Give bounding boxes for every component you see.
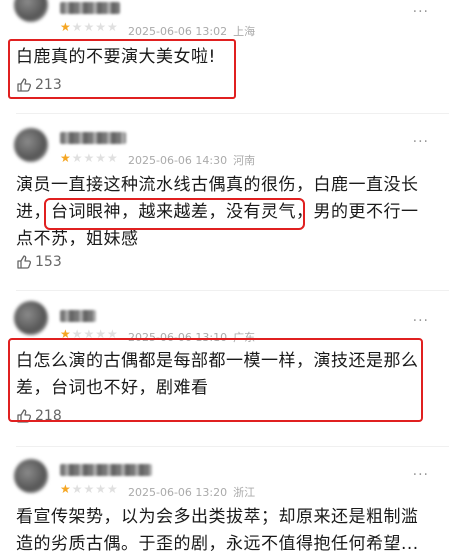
star-icon: ★: [60, 151, 72, 165]
star-rating: ★★★★★: [60, 482, 119, 496]
star-icon: ★: [60, 482, 72, 496]
thumbs-up-icon: [17, 255, 32, 269]
comment-date: 2025-06-06 13:02: [128, 25, 228, 38]
comment-location: 上海: [233, 25, 256, 38]
star-icon: ★★★★: [71, 20, 119, 34]
like-button[interactable]: 153: [16, 254, 62, 270]
comment-date: 2025-06-06 14:30: [128, 154, 228, 167]
star-rating: ★★★★★: [60, 20, 119, 34]
comment-meta: 2025-06-06 13:02 上海: [128, 23, 255, 39]
highlight-box: [44, 198, 305, 230]
username-blurred[interactable]: [60, 310, 96, 322]
avatar[interactable]: [14, 301, 48, 335]
more-dots-icon[interactable]: ···: [413, 134, 429, 150]
comment-meta: 2025-06-06 14:30 河南: [128, 152, 255, 168]
more-dots-icon[interactable]: ···: [413, 467, 429, 483]
more-dots-icon[interactable]: ···: [413, 4, 429, 20]
comment-text: 看宣传架势，以为会多出类拔萃；却原来还是粗制滥 造的劣质古偶。于歪的剧，永远不值…: [16, 504, 428, 558]
comment-meta: 2025-06-06 13:20 浙江: [128, 484, 255, 500]
star-rating: ★★★★★: [60, 151, 119, 165]
text-segment: ，男的更不行一: [296, 202, 419, 222]
username-blurred[interactable]: [60, 2, 120, 14]
star-icon: ★: [60, 20, 72, 34]
comment-text-line: 点不苏，姐妹感: [16, 229, 139, 249]
like-count: 153: [35, 254, 62, 270]
avatar[interactable]: [14, 0, 48, 22]
divider: [16, 113, 449, 114]
highlight-box: [8, 39, 236, 99]
comment-text-line: 造的劣质古偶。于歪的剧，永远不值得抱任何希望...: [16, 534, 419, 554]
star-icon: ★★★★: [71, 482, 119, 496]
username-blurred[interactable]: [60, 132, 126, 144]
divider: [16, 290, 449, 291]
highlight-box: [8, 338, 423, 422]
avatar[interactable]: [14, 459, 48, 493]
more-dots-icon[interactable]: ···: [413, 313, 429, 329]
comment-text-line: 看宣传架势，以为会多出类拔萃；却原来还是粗制滥: [16, 507, 419, 527]
comment-location: 浙江: [233, 486, 256, 499]
avatar[interactable]: [14, 128, 48, 162]
comment-date: 2025-06-06 13:20: [128, 486, 228, 499]
star-icon: ★★★★: [71, 151, 119, 165]
username-blurred[interactable]: [60, 464, 152, 476]
divider: [16, 446, 449, 447]
comment-text-line: 演员一直接这种流水线古偶真的很伤，白鹿一直没长: [16, 175, 419, 195]
comment-location: 河南: [233, 154, 256, 167]
